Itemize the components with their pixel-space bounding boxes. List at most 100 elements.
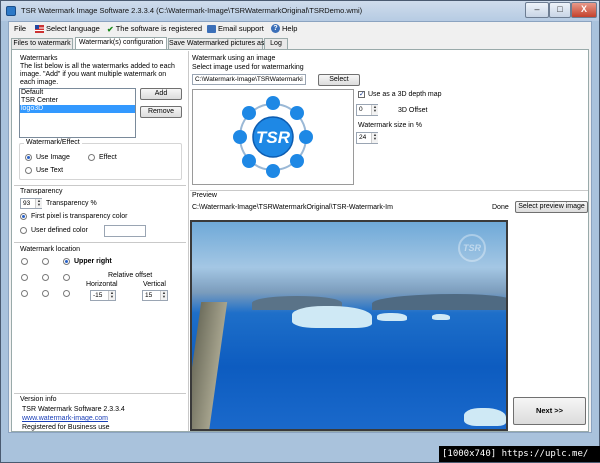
iceberg <box>292 306 372 328</box>
add-button[interactable]: Add <box>140 88 182 100</box>
menu-registered[interactable]: ✔ The software is registered <box>107 24 202 34</box>
select-image-label: Select image used for watermarking <box>192 64 304 71</box>
effect-group-title: Watermark/Effect <box>24 139 82 146</box>
depth-map-checkbox[interactable]: ✓ <box>358 91 365 98</box>
divider <box>14 242 186 243</box>
use-image-label: Use Image <box>36 154 70 161</box>
vertical-spinner[interactable]: ▲ ▼ <box>160 291 167 300</box>
location-center-radio[interactable] <box>42 274 49 281</box>
menu-support-label: Email support <box>218 24 264 33</box>
version-software: TSR Watermark Software 2.3.3.4 <box>22 406 125 413</box>
watermark-overlay: TSR <box>458 234 486 262</box>
mountain <box>372 294 506 310</box>
mail-icon <box>207 24 216 33</box>
overlay-url: https://uplc.me/ <box>501 449 589 459</box>
location-top-center-radio[interactable] <box>42 258 49 265</box>
list-item-selected[interactable]: logo3D <box>20 105 135 113</box>
location-bottom-center-radio[interactable] <box>42 290 49 297</box>
effect-label: Effect <box>99 154 117 161</box>
transparency-label: Transparency % <box>46 200 97 207</box>
menu-language-label: Select language <box>46 24 100 33</box>
transparency-heading: Transparency <box>20 188 63 195</box>
horizontal-spinner[interactable]: ▲ ▼ <box>108 291 115 300</box>
list-item[interactable]: TSR Center <box>20 97 135 105</box>
menu-help[interactable]: ? Help <box>271 24 297 33</box>
watermark-preview-box: TSR <box>192 89 354 185</box>
minimize-button[interactable]: – <box>525 2 549 18</box>
close-button[interactable]: X <box>571 2 597 18</box>
tab-save-watermarked[interactable]: Save Watermarked pictures as <box>168 38 264 49</box>
select-preview-button[interactable]: Select preview image <box>515 201 588 213</box>
effect-radio[interactable] <box>88 154 95 161</box>
flag-icon <box>35 24 44 33</box>
menu-file-label: File <box>14 24 27 33</box>
remove-button[interactable]: Remove <box>140 106 182 118</box>
preview-heading: Preview <box>192 192 217 199</box>
divider <box>190 190 588 191</box>
menu-registered-label: The software is registered <box>115 24 202 33</box>
horizontal-label: Horizontal <box>86 281 118 288</box>
location-top-left-radio[interactable] <box>21 258 28 265</box>
configuration-panel: Watermarks The list below is all the wat… <box>11 49 589 432</box>
preview-path: C:\Watermark-Image\TSRWatermarkOriginal\… <box>192 204 393 211</box>
menu-select-language[interactable]: Select language <box>35 24 100 33</box>
first-pixel-radio[interactable] <box>20 213 27 220</box>
watermarks-description: The list below is all the watermarks add… <box>20 63 175 86</box>
next-button[interactable]: Next >> <box>513 397 586 425</box>
divider <box>14 185 186 186</box>
location-selected-label: Upper right <box>74 258 112 265</box>
user-defined-label: User defined color <box>31 227 88 234</box>
depth-map-label: Use as a 3D depth map <box>368 91 442 98</box>
preview-image: TSR <box>190 220 508 431</box>
select-image-button[interactable]: Select <box>318 74 360 86</box>
window-title: TSR Watermark Image Software 2.3.3.4 (C:… <box>21 6 363 15</box>
tab-watermark-configuration[interactable]: Watermark(s) configuration <box>75 37 167 49</box>
size-label: Watermark size in % <box>358 122 422 129</box>
offset-label: 3D Offset <box>398 107 428 114</box>
iceberg <box>464 408 506 426</box>
version-heading: Version info <box>20 396 57 403</box>
color-swatch-field[interactable] <box>104 225 146 237</box>
use-text-radio[interactable] <box>25 167 32 174</box>
use-image-radio[interactable] <box>25 154 32 161</box>
location-bottom-left-radio[interactable] <box>21 290 28 297</box>
iceberg <box>377 313 407 321</box>
resolution-overlay: [1000x740] https://uplc.me/ <box>439 446 600 462</box>
location-heading: Watermark location <box>20 246 81 253</box>
column-divider <box>188 51 189 431</box>
watermark-list[interactable]: Default TSR Center logo3D <box>19 88 136 138</box>
location-middle-left-radio[interactable] <box>21 274 28 281</box>
image-watermark-heading: Watermark using an image <box>192 55 276 62</box>
tsr-logo-text: TSR <box>256 128 291 147</box>
watermark-path-input[interactable]: C:\Watermark-Image\TSRWatermarki <box>192 74 306 85</box>
location-middle-right-radio[interactable] <box>63 274 70 281</box>
menu-file[interactable]: File <box>14 24 26 33</box>
app-icon <box>6 6 16 16</box>
divider <box>14 393 186 394</box>
effect-group: Watermark/Effect Use Image Effect Use Te… <box>19 139 182 180</box>
tab-strip: Files to watermark Watermark(s) configur… <box>9 37 591 49</box>
transparency-spinner[interactable]: ▲ ▼ <box>35 199 42 208</box>
use-text-label: Use Text <box>36 167 64 174</box>
iceberg <box>432 314 450 320</box>
vertical-label: Vertical <box>143 281 166 288</box>
location-bottom-right-radio[interactable] <box>63 290 70 297</box>
tab-log[interactable]: Log <box>264 38 288 49</box>
registration-info: Registered for Business use <box>22 424 110 431</box>
first-pixel-label: First pixel is transparency color <box>31 213 128 220</box>
resolution-text: [1000x740] <box>442 449 497 459</box>
list-item[interactable]: Default <box>20 89 135 97</box>
watermarks-heading: Watermarks <box>20 55 58 62</box>
maximize-button[interactable]: □ <box>549 2 571 18</box>
user-defined-radio[interactable] <box>20 227 27 234</box>
menu-help-label: Help <box>282 24 298 33</box>
menu-bar: File Select language ✔ The software is r… <box>9 22 591 37</box>
website-link[interactable]: www.watermark-image.com <box>22 415 108 422</box>
size-spinner[interactable]: ▲ ▼ <box>371 133 378 143</box>
tab-files-to-watermark[interactable]: Files to watermark <box>11 38 73 49</box>
offset-spinner[interactable]: ▲ ▼ <box>371 105 378 115</box>
location-top-right-radio[interactable] <box>63 258 70 265</box>
menu-email-support[interactable]: Email support <box>207 24 264 33</box>
client-area: File Select language ✔ The software is r… <box>8 21 592 433</box>
title-bar[interactable]: TSR Watermark Image Software 2.3.3.4 (C:… <box>1 1 599 21</box>
